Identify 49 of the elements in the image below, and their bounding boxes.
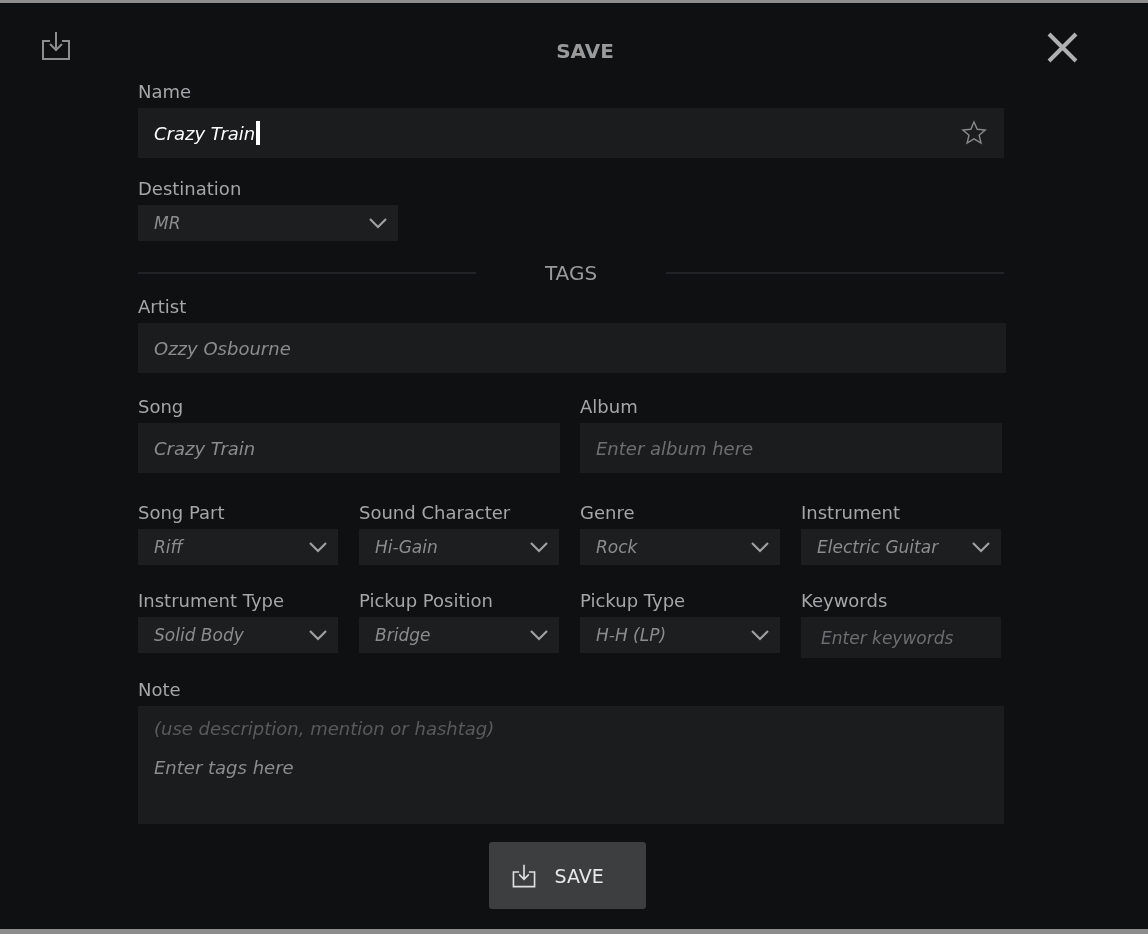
download-icon (510, 862, 537, 889)
field-label: Instrument Type (138, 589, 286, 613)
dropdown[interactable]: Bridge (359, 617, 559, 653)
dropdown[interactable]: Solid Body (138, 617, 338, 653)
dialog-title: SAVE (555, 38, 615, 65)
input-field[interactable]: Ozzy Osbourne (138, 323, 1006, 373)
field-label: Song (138, 395, 185, 419)
chevron-down-icon (750, 541, 770, 553)
dropdown[interactable]: H-H (LP) (580, 617, 780, 653)
field-label: Note (138, 678, 182, 702)
name-field[interactable]: Crazy Train (138, 108, 1004, 158)
close-button[interactable] (1046, 31, 1079, 64)
field-label: Pickup Position (359, 589, 494, 613)
field-label: Instrument (801, 501, 902, 525)
field-label: Sound Character (359, 501, 512, 525)
dropdown[interactable]: MR (138, 205, 398, 241)
field-label: Destination (138, 177, 243, 201)
field-hint: (use description, mention or hashtag) (154, 718, 496, 739)
dropdown[interactable]: Rock (580, 529, 780, 565)
dropdown[interactable]: Hi-Gain (359, 529, 559, 565)
field-label: Keywords (801, 589, 889, 613)
chevron-down-icon (308, 541, 328, 553)
field-label: Song Part (138, 501, 226, 525)
chevron-down-icon (368, 217, 388, 229)
dropdown[interactable]: Electric Guitar (801, 529, 1001, 565)
field-value: Crazy Train (154, 122, 256, 144)
field-label: Album (580, 395, 639, 419)
chevron-down-icon (971, 541, 991, 553)
chevron-down-icon (750, 629, 770, 641)
field-label: Artist (138, 295, 188, 319)
note-field[interactable]: (use description, mention or hashtag) Enter tags here (138, 706, 1004, 824)
field-label: Name (138, 80, 193, 104)
chevron-down-icon (529, 541, 549, 553)
field-placeholder: Enter tags here (154, 757, 294, 778)
chevron-down-icon (308, 629, 328, 641)
close-icon (1046, 31, 1079, 64)
star-icon[interactable] (960, 119, 988, 147)
field-label: Pickup Type (580, 589, 687, 613)
input-field[interactable]: Crazy Train (138, 423, 560, 473)
save-icon-button[interactable] (40, 30, 72, 62)
save-button[interactable]: SAVE (488, 842, 646, 909)
dropdown[interactable]: Riff (138, 529, 338, 565)
input-field[interactable]: Enter keywords (801, 617, 1001, 658)
chevron-down-icon (529, 629, 549, 641)
download-icon (40, 30, 72, 62)
input-field[interactable]: Enter album here (580, 423, 1002, 473)
field-label: Genre (580, 501, 636, 525)
section-heading: TAGS (543, 261, 599, 285)
text-cursor (256, 121, 261, 145)
